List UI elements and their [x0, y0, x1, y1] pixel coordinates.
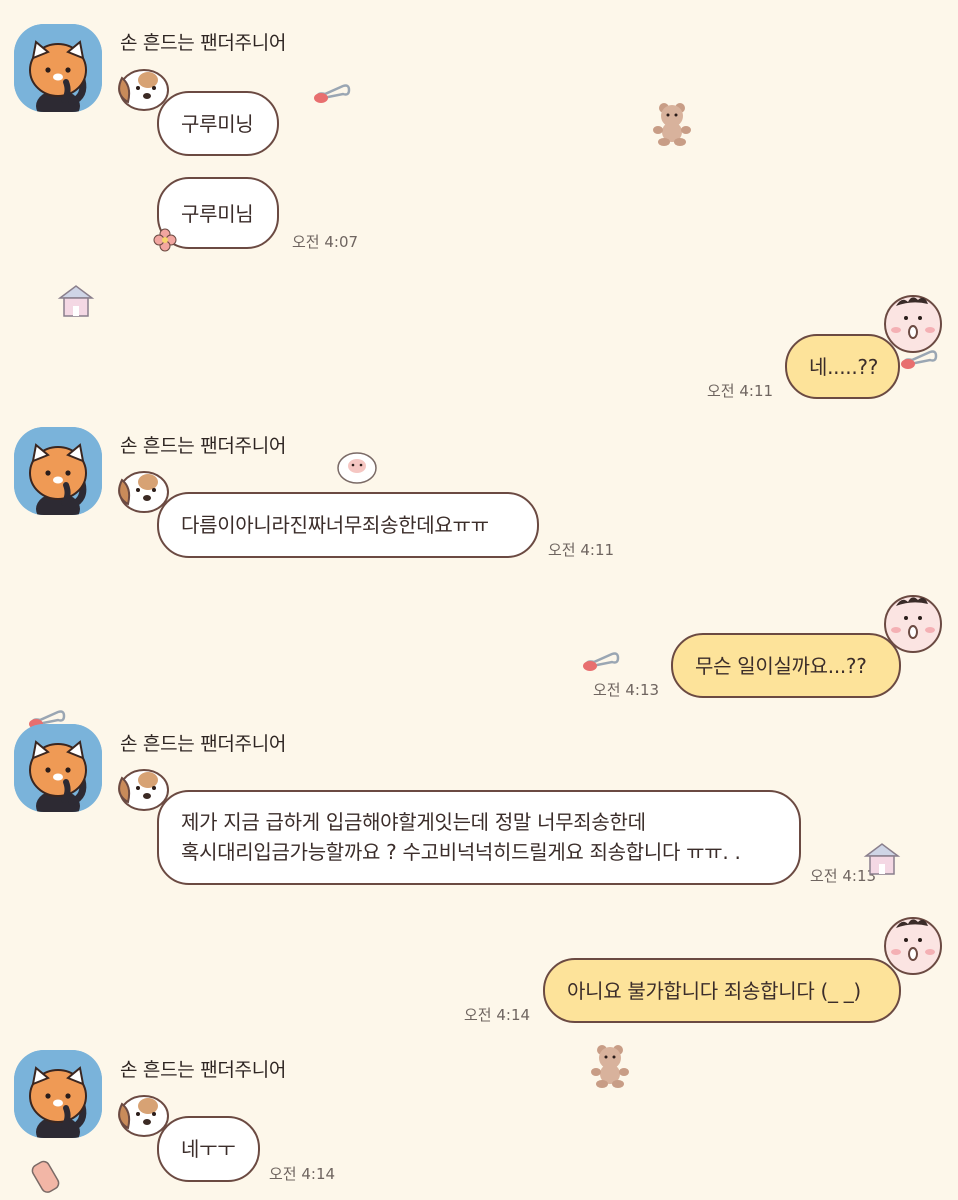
message-bubble[interactable]: 구루미닝: [157, 91, 279, 156]
baby-sticker-icon: [882, 592, 944, 654]
sender-name: 손 흔드는 팬더주니어: [120, 32, 287, 54]
message-text: 구루미님: [181, 202, 254, 226]
message-text: 구루미닝: [181, 112, 254, 136]
message-text: 네.....??: [809, 355, 879, 379]
avatar[interactable]: [14, 427, 102, 515]
panda-avatar-icon: [14, 24, 102, 112]
timestamp: 오전 4:11: [707, 382, 774, 400]
message-bubble[interactable]: 아니요 불가합니다 죄송합니다 (_ _): [543, 958, 901, 1023]
timestamp: 오전 4:07: [292, 233, 359, 251]
baby-sticker-icon: [882, 914, 944, 976]
message-text: 무슨 일이실까요...??: [695, 654, 867, 678]
house-icon: [56, 282, 96, 318]
message-text: 아니요 불가합니다 죄송합니다 (_ _): [567, 979, 861, 1003]
message-text-line: 제가 지금 급하게 입금해야할게잇는데 정말 너무죄송한데: [181, 810, 646, 834]
sheep-icon: [336, 448, 378, 486]
flower-icon: [153, 228, 177, 252]
avatar[interactable]: [14, 724, 102, 812]
timestamp: 오전 4:13: [593, 681, 660, 699]
sender-name: 손 흔드는 팬더주니어: [120, 435, 287, 457]
sender-name: 손 흔드는 팬더주니어: [120, 1059, 287, 1081]
timestamp: 오전 4:11: [548, 541, 615, 559]
avatar[interactable]: [14, 1050, 102, 1138]
panda-avatar-icon: [14, 427, 102, 515]
message-bubble[interactable]: 제가 지금 급하게 입금해야할게잇는데 정말 너무죄송한데 혹시대리입금가능할까…: [157, 790, 801, 885]
safety-pin-icon: [580, 650, 620, 674]
teddy-bear-icon: [588, 1042, 632, 1088]
message-text: 다름이아니라진짜너무죄송한데요ㅠㅠ: [181, 513, 489, 537]
safety-pin-icon: [311, 82, 351, 106]
message-text: 네ㅜㅜ: [181, 1137, 236, 1161]
bottle-icon: [31, 1160, 60, 1193]
house-icon: [862, 840, 902, 876]
baby-sticker-icon: [882, 292, 944, 354]
safety-pin-icon: [898, 348, 938, 372]
message-text-line: 혹시대리입금가능할까요 ? 수고비넉넉히드릴게요 죄송합니다 ㅠㅠ. .: [181, 840, 741, 864]
teddy-bear-icon: [650, 100, 694, 146]
sender-name: 손 흔드는 팬더주니어: [120, 733, 287, 755]
panda-avatar-icon: [14, 724, 102, 812]
message-bubble[interactable]: 무슨 일이실까요...??: [671, 633, 901, 698]
message-bubble[interactable]: 다름이아니라진짜너무죄송한데요ㅠㅠ: [157, 492, 539, 558]
panda-avatar-icon: [14, 1050, 102, 1138]
timestamp: 오전 4:14: [464, 1006, 531, 1024]
message-bubble[interactable]: 네ㅜㅜ: [157, 1116, 260, 1182]
timestamp: 오전 4:14: [269, 1165, 336, 1183]
avatar[interactable]: [14, 24, 102, 112]
